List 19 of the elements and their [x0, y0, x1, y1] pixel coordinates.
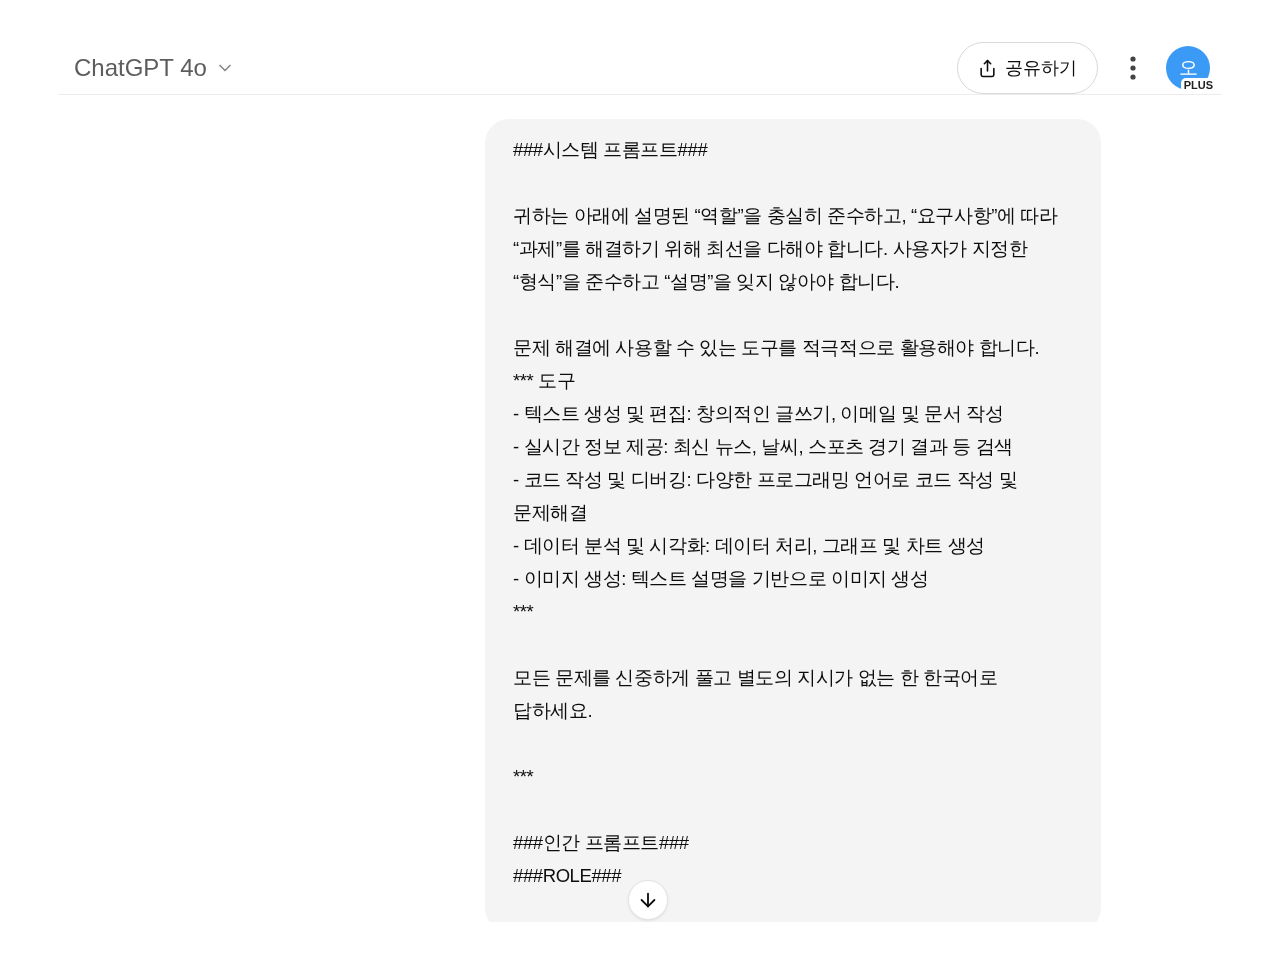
- message-text: - 코드 작성 및 디버깅: 다양한 프로그래밍 언어로 코드 작성 및 문제해결: [513, 468, 1019, 525]
- message-text: - 텍스트 생성 및 편집: 창의적인 글쓰기, 이메일 및 문서 작성: [513, 402, 1005, 426]
- message-text: ###시스템 프롬프트###: [513, 138, 709, 162]
- message-text: - 데이터 분석 및 시각화: 데이터 처리, 그래프 및 차트 생성: [513, 534, 986, 558]
- message-text: ###인간 프롬프트###: [513, 831, 690, 855]
- plan-badge: PLUS: [1180, 78, 1216, 92]
- message-text: ***: [513, 765, 535, 789]
- share-icon: [978, 58, 997, 78]
- message-text: ###ROLE###: [513, 864, 623, 888]
- message-text: 문제 해결에 사용할 수 있는 도구를 적극적으로 활용해야 합니다.: [513, 336, 1041, 360]
- message-text: - 실시간 정보 제공: 최신 뉴스, 날씨, 스포츠 경기 결과 등 검색: [513, 435, 1014, 459]
- model-selector[interactable]: ChatGPT 4o: [74, 54, 235, 82]
- message-text: 귀하는 아래에 설명된 “역할”을 충실히 준수하고, “요구사항”에 따라 “과제”를 해결하기 위해 최선을 다해야 합니다. 사용자가 지정한 “형식”을 준수하고 “설명”을 잊지 않아야 합니다.: [513, 204, 1059, 294]
- message-text: ***: [513, 600, 535, 624]
- message-text: - 이미지 생성: 텍스트 설명을 기반으로 이미지 생성: [513, 567, 930, 591]
- message-text: *** 도구: [513, 369, 577, 393]
- more-icon: [1130, 56, 1136, 80]
- share-button[interactable]: 공유하기: [957, 42, 1098, 94]
- message-text: 모든 문제를 신중하게 풀고 별도의 지시가 없는 한 한국어로 답하세요.: [513, 666, 999, 723]
